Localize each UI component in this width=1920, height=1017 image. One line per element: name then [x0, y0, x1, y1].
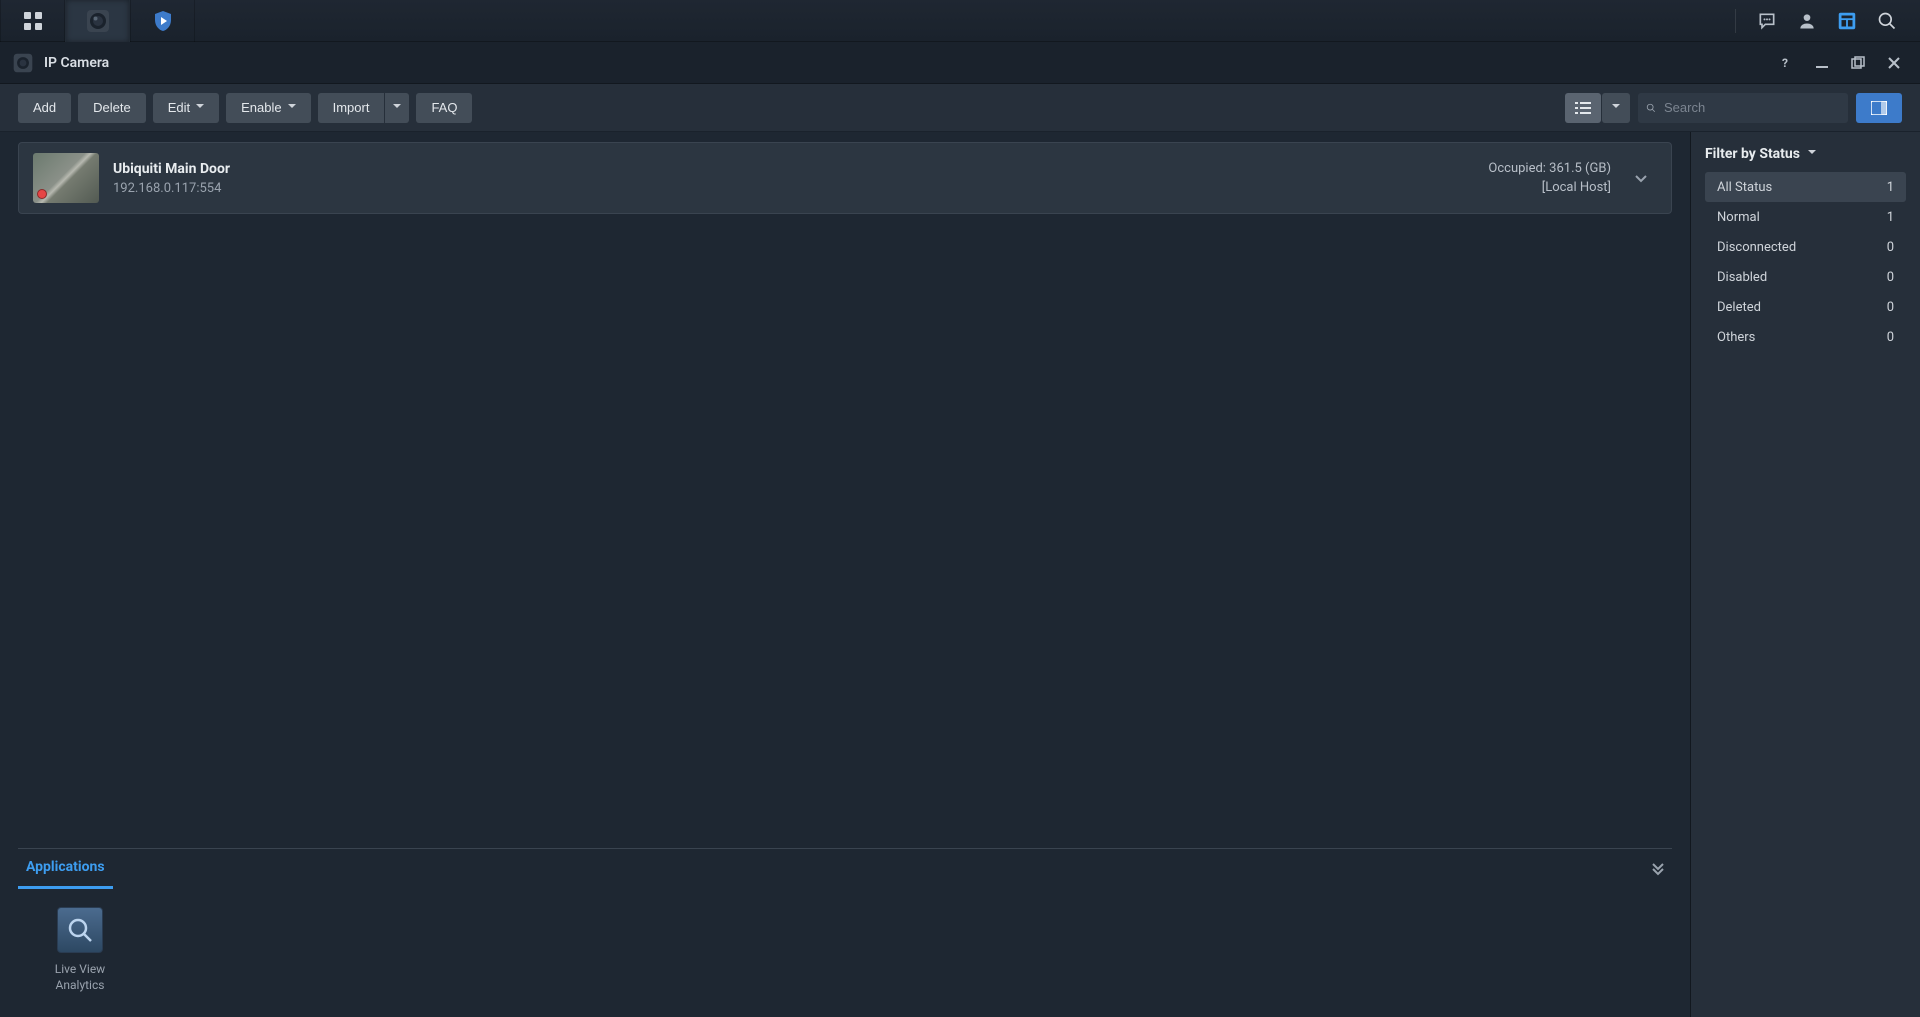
- status-label: Disconnected: [1717, 240, 1796, 255]
- maximize-button[interactable]: [1844, 49, 1872, 77]
- tab-applications[interactable]: Applications: [18, 849, 113, 889]
- bottom-panel: Applications: [18, 848, 1672, 999]
- window-header: IP Camera ?: [0, 42, 1920, 84]
- status-count: 0: [1887, 240, 1894, 255]
- user-icon: [1797, 11, 1817, 31]
- collapse-panel-button[interactable]: [1644, 861, 1672, 877]
- taskbar-apps-button[interactable]: [0, 0, 65, 42]
- chat-icon: [1757, 11, 1777, 31]
- dashboard-icon: [1836, 10, 1858, 32]
- status-count: 1: [1887, 180, 1894, 195]
- status-count: 1: [1887, 210, 1894, 225]
- chevron-down-icon: [196, 100, 204, 115]
- status-label: Normal: [1717, 210, 1760, 225]
- close-button[interactable]: [1880, 49, 1908, 77]
- list-view-button[interactable]: [1565, 93, 1601, 123]
- panel-icon: [1871, 101, 1887, 115]
- close-icon: [1887, 56, 1901, 70]
- analytics-icon: [57, 907, 103, 953]
- status-item-normal[interactable]: Normal 1: [1705, 202, 1906, 232]
- taskbar-app-camera[interactable]: [65, 0, 130, 42]
- double-chevron-down-icon: [1650, 861, 1666, 877]
- chevron-down-icon: [1633, 170, 1649, 186]
- taskbar-search-button[interactable]: [1870, 4, 1904, 38]
- taskbar-user-button[interactable]: [1790, 4, 1824, 38]
- filter-title[interactable]: Filter by Status: [1705, 146, 1906, 162]
- chevron-down-icon: [1612, 100, 1620, 115]
- search-input[interactable]: [1664, 100, 1840, 115]
- faq-button[interactable]: FAQ: [416, 93, 472, 123]
- chevron-down-icon: [1808, 146, 1816, 162]
- minimize-button[interactable]: [1808, 49, 1836, 77]
- add-button[interactable]: Add: [18, 93, 71, 123]
- divider: [1735, 9, 1736, 33]
- camera-address: 192.168.0.117:554: [113, 181, 230, 196]
- import-dropdown[interactable]: [385, 93, 409, 123]
- status-label: Deleted: [1717, 300, 1761, 315]
- status-count: 0: [1887, 270, 1894, 285]
- help-icon: ?: [1778, 55, 1794, 71]
- camera-row[interactable]: Ubiquiti Main Door 192.168.0.117:554 Occ…: [18, 142, 1672, 214]
- system-taskbar: [0, 0, 1920, 42]
- camera-name: Ubiquiti Main Door: [113, 161, 230, 177]
- enable-button[interactable]: Enable: [226, 93, 310, 123]
- status-label: Disabled: [1717, 270, 1767, 285]
- status-count: 0: [1887, 330, 1894, 345]
- taskbar-app-shield[interactable]: [130, 0, 195, 42]
- chevron-down-icon: [288, 100, 296, 115]
- camera-thumbnail: [33, 153, 99, 203]
- status-count: 0: [1887, 300, 1894, 315]
- search-box[interactable]: [1638, 93, 1848, 123]
- svg-text:?: ?: [1782, 56, 1788, 70]
- side-panel-toggle[interactable]: [1856, 93, 1902, 123]
- shield-play-icon: [151, 9, 175, 33]
- import-button[interactable]: Import: [318, 93, 385, 123]
- help-button[interactable]: ?: [1772, 49, 1800, 77]
- window-app-icon: [12, 52, 34, 74]
- camera-lens-icon: [85, 8, 111, 34]
- status-item-deleted[interactable]: Deleted 0: [1705, 292, 1906, 322]
- expand-row-button[interactable]: [1625, 170, 1657, 186]
- camera-occupied: Occupied: 361.5 (GB): [1488, 159, 1611, 179]
- status-label: All Status: [1717, 180, 1772, 195]
- list-view-dropdown[interactable]: [1602, 93, 1630, 123]
- delete-button[interactable]: Delete: [78, 93, 146, 123]
- chevron-down-icon: [393, 100, 401, 115]
- minimize-icon: [1815, 56, 1829, 70]
- enable-label: Enable: [241, 100, 281, 115]
- camera-host: [Local Host]: [1488, 178, 1611, 198]
- recording-indicator-icon: [37, 189, 47, 199]
- status-label: Others: [1717, 330, 1755, 345]
- status-item-disconnected[interactable]: Disconnected 0: [1705, 232, 1906, 262]
- maximize-icon: [1851, 56, 1865, 70]
- taskbar-dashboard-button[interactable]: [1830, 4, 1864, 38]
- apps-grid-icon: [23, 11, 43, 31]
- status-item-disabled[interactable]: Disabled 0: [1705, 262, 1906, 292]
- edit-button[interactable]: Edit: [153, 93, 219, 123]
- search-icon: [1646, 101, 1656, 115]
- taskbar-chat-button[interactable]: [1750, 4, 1784, 38]
- window-title: IP Camera: [44, 55, 109, 71]
- app-tile-label: Live ViewAnalytics: [55, 961, 105, 993]
- filter-panel: Filter by Status All Status 1 Normal 1 D…: [1690, 132, 1920, 1017]
- search-icon: [1877, 11, 1897, 31]
- app-tile-live-view-analytics[interactable]: Live ViewAnalytics: [43, 907, 117, 993]
- status-item-others[interactable]: Others 0: [1705, 322, 1906, 352]
- toolbar: Add Delete Edit Enable Import FAQ: [0, 84, 1920, 132]
- list-icon: [1575, 101, 1591, 115]
- status-item-all[interactable]: All Status 1: [1705, 172, 1906, 202]
- edit-label: Edit: [168, 100, 190, 115]
